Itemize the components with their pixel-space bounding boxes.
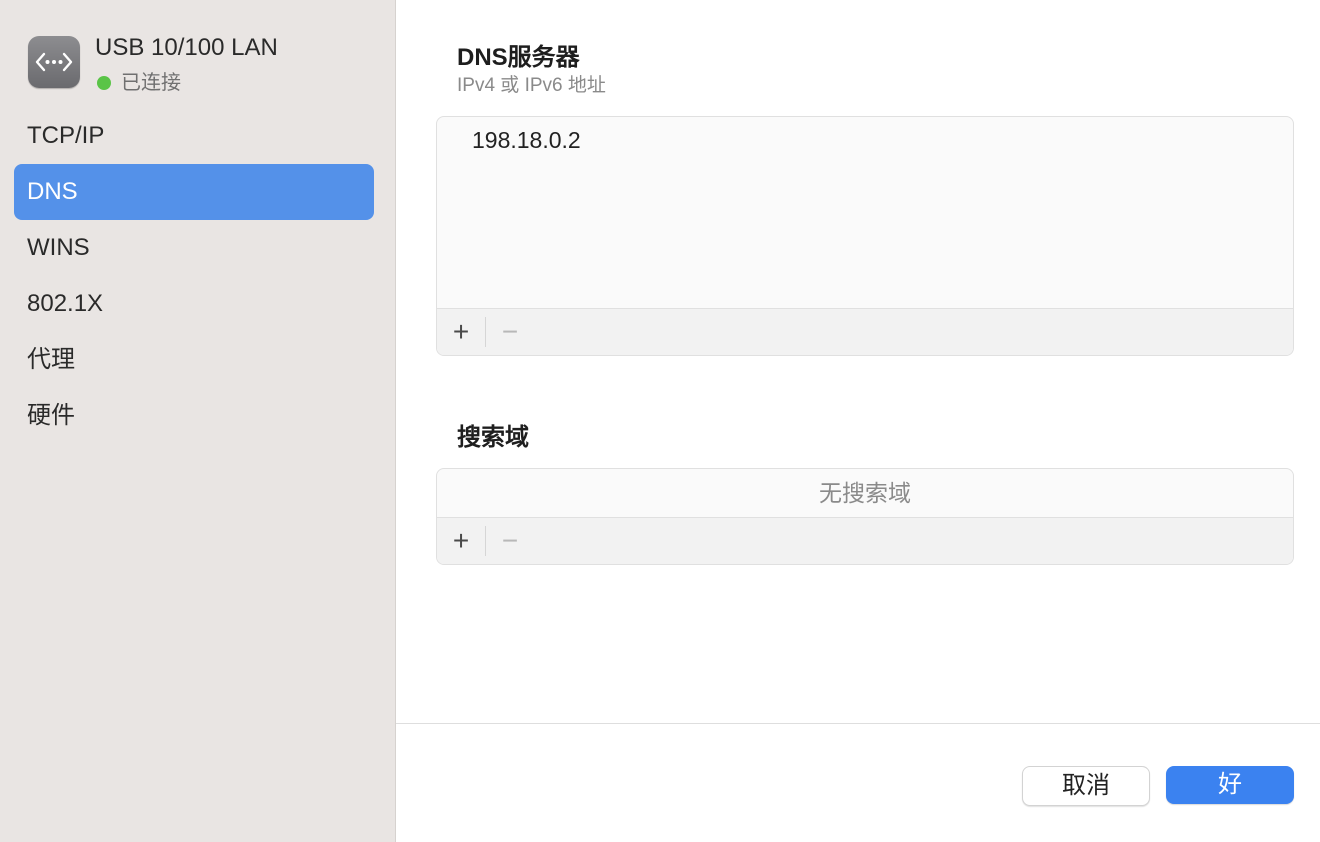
sidebar-item-proxy[interactable]: 代理 (14, 332, 374, 388)
dns-servers-title: DNS服务器 (457, 44, 580, 71)
sidebar-item-hardware[interactable]: 硬件 (14, 388, 374, 444)
dns-servers-list[interactable]: 198.18.0.2 + − (436, 116, 1294, 356)
sidebar-nav: TCP/IP DNS WINS 802.1X 代理 硬件 (14, 108, 374, 444)
search-domains-title: 搜索域 (457, 424, 529, 451)
ok-button[interactable]: 好 (1166, 766, 1294, 804)
sidebar-item-dns[interactable]: DNS (14, 164, 374, 220)
ethernet-icon (28, 36, 80, 88)
remove-dns-server-button[interactable]: − (486, 309, 534, 355)
main-panel: DNS服务器 IPv4 或 IPv6 地址 198.18.0.2 + − 搜索域… (396, 0, 1320, 842)
remove-search-domain-button[interactable]: − (486, 518, 534, 564)
status-dot-icon (97, 76, 111, 90)
search-domains-list[interactable]: 无搜索域 + − (436, 468, 1294, 565)
dns-servers-subtitle: IPv4 或 IPv6 地址 (457, 75, 606, 96)
sidebar-item-wins[interactable]: WINS (14, 220, 374, 276)
add-dns-server-button[interactable]: + (437, 309, 485, 355)
add-search-domain-button[interactable]: + (437, 518, 485, 564)
search-domains-list-footer: + − (437, 517, 1293, 564)
search-domains-empty-text: 无搜索域 (819, 480, 911, 506)
connection-status-label: 已连接 (121, 72, 181, 94)
connection-status: 已连接 (97, 66, 181, 95)
sidebar-item-8021x[interactable]: 802.1X (14, 276, 374, 332)
dns-servers-list-footer: + − (437, 308, 1293, 355)
footer-divider (396, 723, 1320, 724)
sidebar-item-tcpip[interactable]: TCP/IP (14, 108, 374, 164)
connection-title: USB 10/100 LAN (95, 34, 278, 61)
cancel-button[interactable]: 取消 (1022, 766, 1150, 806)
dns-server-entry[interactable]: 198.18.0.2 (437, 117, 1293, 154)
sidebar: USB 10/100 LAN 已连接 TCP/IP DNS WINS 802.1… (0, 0, 396, 842)
